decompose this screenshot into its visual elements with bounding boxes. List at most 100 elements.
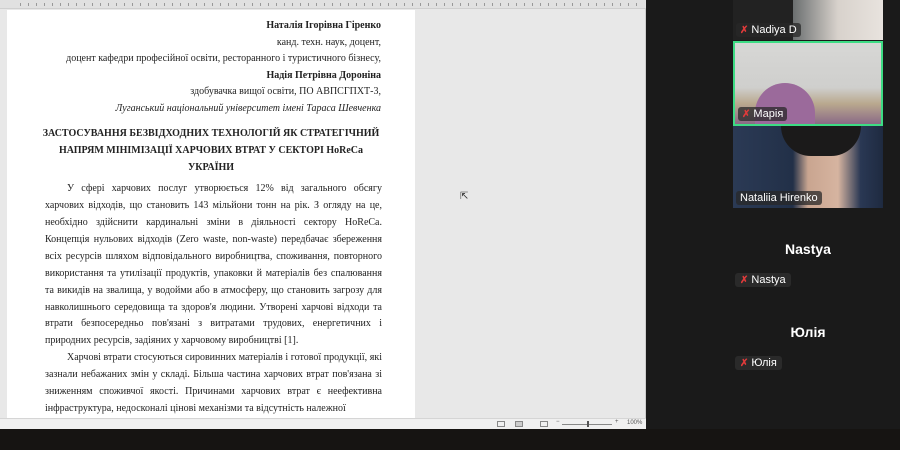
read-mode-icon[interactable] (497, 421, 505, 427)
ruler-tick (196, 3, 197, 6)
ruler-tick (316, 3, 317, 6)
horizontal-ruler[interactable] (0, 0, 646, 9)
participant-name-tag: ✗ Nadiya D (736, 23, 801, 37)
ruler-tick (140, 3, 141, 6)
web-layout-icon[interactable] (540, 421, 548, 427)
ruler-tick (148, 3, 149, 6)
ruler-tick (52, 3, 53, 6)
ruler-tick (212, 3, 213, 6)
ruler-tick (540, 3, 541, 6)
ruler-tick (596, 3, 597, 6)
ruler-tick (44, 3, 45, 6)
ruler-tick (284, 3, 285, 6)
ruler-tick (588, 3, 589, 6)
ruler-tick (164, 3, 165, 6)
ruler-tick (620, 3, 621, 6)
ruler-tick (412, 3, 413, 6)
participant-video (781, 126, 861, 156)
participant-name-tag: ✗ Марія (738, 107, 788, 121)
ruler-tick (636, 3, 637, 6)
ruler-tick (372, 3, 373, 6)
ruler-tick (436, 3, 437, 6)
ruler-tick (276, 3, 277, 6)
zoom-in-button[interactable]: + (615, 419, 619, 425)
ruler-tick (332, 3, 333, 6)
ruler-tick (484, 3, 485, 6)
participant-name-tag: ✗ Юлія (735, 356, 782, 370)
ruler-tick (612, 3, 613, 6)
participant-tile-nastya[interactable]: Nastya (733, 241, 883, 257)
mic-muted-icon: ✗ (740, 274, 749, 286)
ruler-tick (492, 3, 493, 6)
mic-muted-icon: ✗ (740, 357, 749, 369)
word-document-window: Наталія Ігорівна Гіренко канд. техн. нау… (0, 0, 646, 429)
author1-degree: канд. техн. наук, доцент, (276, 36, 381, 48)
ruler-tick (476, 3, 477, 6)
participant-name: Nataliia Hirenko (740, 192, 818, 204)
mic-muted-icon: ✗ (742, 108, 751, 120)
print-layout-icon[interactable] (515, 421, 523, 427)
paragraph-1: У сфері харчових послуг утворюється 12% … (7, 181, 415, 350)
title-line-3: УКРАЇНИ (187, 161, 235, 173)
ruler-tick (300, 3, 301, 6)
ruler-tick (516, 3, 517, 6)
participant-name-tag: ✗ Nastya (735, 273, 791, 287)
ruler-tick (84, 3, 85, 6)
ruler-tick (100, 3, 101, 6)
ruler-tick (92, 3, 93, 6)
ruler-tick (388, 3, 389, 6)
ruler-tick (404, 3, 405, 6)
participant-tile-yuliia[interactable]: Юлія (733, 324, 883, 340)
ruler-tick (340, 3, 341, 6)
ruler-tick (308, 3, 309, 6)
ruler-tick (188, 3, 189, 6)
ruler-tick (252, 3, 253, 6)
ruler-tick (364, 3, 365, 6)
author1-position: доцент кафедри професійної освіти, ресто… (66, 53, 381, 65)
ruler-tick (396, 3, 397, 6)
participant-name: Nadiya D (751, 24, 797, 36)
ruler-tick (132, 3, 133, 6)
ruler-tick (244, 3, 245, 6)
ruler-tick (108, 3, 109, 6)
ruler-tick (28, 3, 29, 6)
ruler-tick (204, 3, 205, 6)
participant-name: Nastya (751, 274, 786, 286)
participant-name-tag: Nataliia Hirenko (736, 191, 822, 205)
video-tile-nadiya[interactable]: ✗ Nadiya D (733, 0, 883, 40)
ruler-tick (532, 3, 533, 6)
ruler-tick (628, 3, 629, 6)
ruler-tick (324, 3, 325, 6)
ruler-tick (444, 3, 445, 6)
ruler-tick (556, 3, 557, 6)
zoom-level[interactable]: 100% (627, 420, 642, 426)
ruler-tick (420, 3, 421, 6)
participant-name: Марія (753, 108, 784, 120)
paragraph-2-text: Харчові втрати стосуються сировинних мат… (45, 352, 382, 414)
mic-muted-icon: ✗ (740, 24, 749, 36)
ruler-tick (180, 3, 181, 6)
mouse-cursor-icon: ⇱ (460, 191, 469, 202)
author2-position: здобувачка вищої освіти, ПО АВПСГПХТ-3, (190, 86, 381, 98)
author2-name: Надія Петрівна Дороніна (266, 69, 381, 81)
ruler-tick (268, 3, 269, 6)
video-tile-maria[interactable]: ✗ Марія (733, 41, 883, 126)
ruler-tick (36, 3, 37, 6)
ruler-tick (580, 3, 581, 6)
ruler-tick (452, 3, 453, 6)
zoom-out-button[interactable]: − (556, 419, 560, 425)
ruler-tick (116, 3, 117, 6)
title-line-1: ЗАСТОСУВАННЯ БЕЗВІДХОДНИХ ТЕХНОЛОГІЙ ЯК … (42, 127, 380, 139)
ruler-tick (460, 3, 461, 6)
ruler-tick (20, 3, 21, 6)
ruler-tick (524, 3, 525, 6)
ruler-tick (356, 3, 357, 6)
participant-name: Юлія (751, 357, 777, 369)
video-tile-nataliia[interactable]: Nataliia Hirenko (733, 126, 883, 208)
paragraph-1-text: У сфері харчових послуг утворюється 12% … (45, 183, 382, 347)
ruler-tick (172, 3, 173, 6)
document-page[interactable]: Наталія Ігорівна Гіренко канд. техн. нау… (7, 10, 415, 418)
title-line-2: НАПРЯМ МІНІМІЗАЦІЇ ХАРЧОВИХ ВТРАТ У СЕКТ… (58, 144, 364, 156)
paragraph-2: Харчові втрати стосуються сировинних мат… (7, 350, 415, 418)
zoom-slider-thumb[interactable] (587, 421, 589, 427)
